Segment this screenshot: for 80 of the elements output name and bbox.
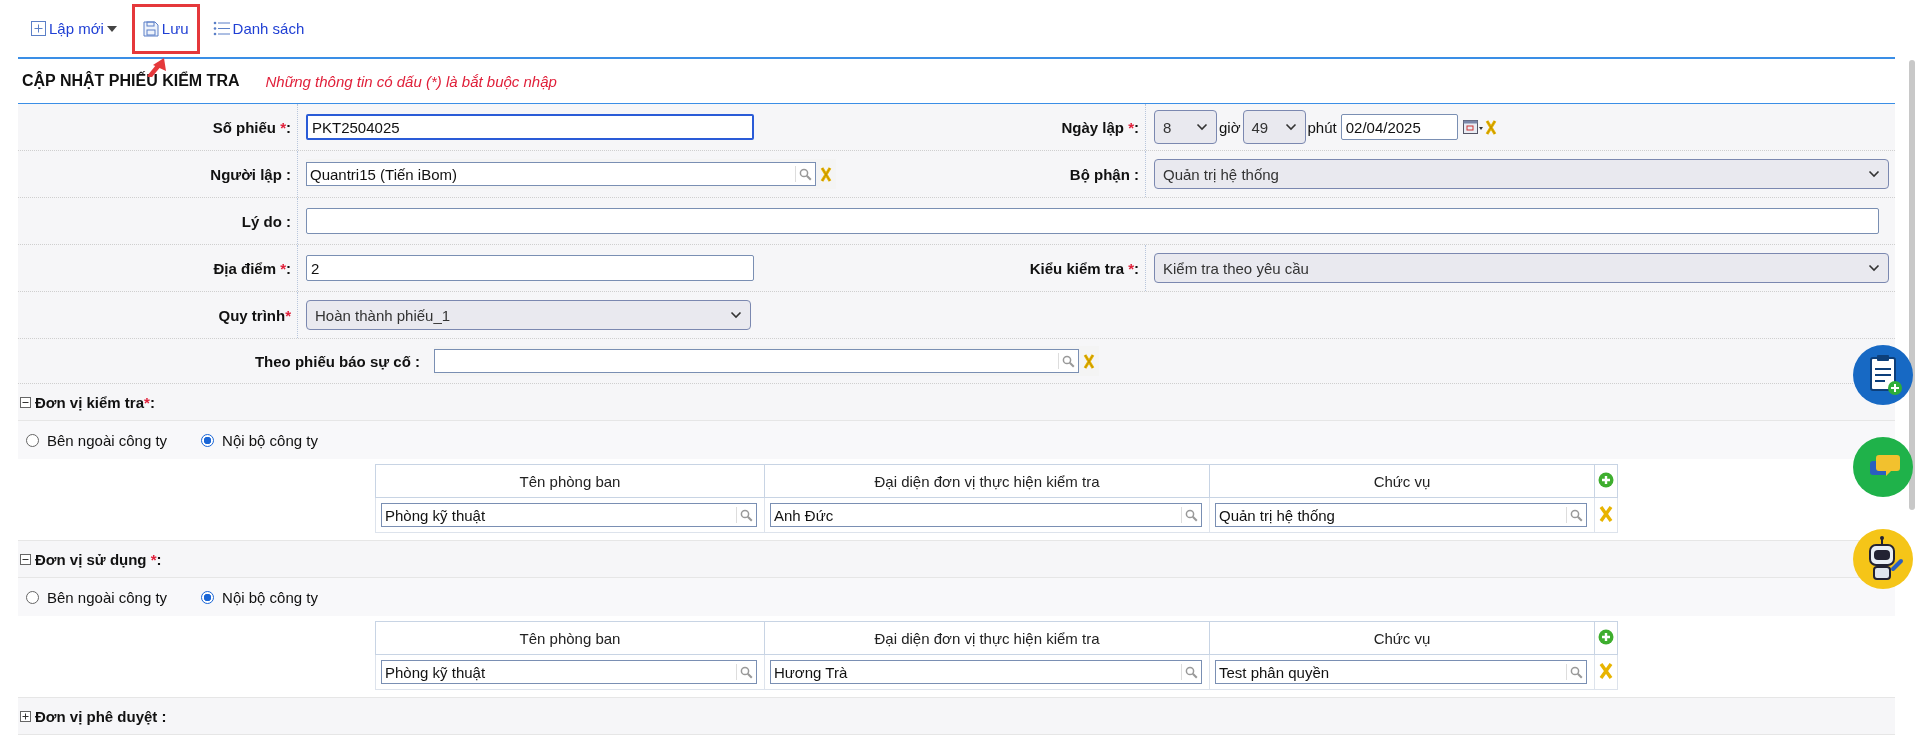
search-icon[interactable] [740,666,753,679]
clipboard-icon[interactable] [1853,345,1913,405]
column-header: Tên phòng ban [375,621,765,655]
add-icon[interactable] [1598,471,1614,488]
delete-icon[interactable] [1599,662,1613,679]
search-icon[interactable] [1570,509,1583,522]
collapse-icon[interactable] [20,396,31,408]
lookup-field[interactable]: Anh Đức [770,503,1202,527]
unit-label: giờ [1219,118,1241,136]
field-label: Quy trình* [218,306,291,324]
radio-label[interactable]: Nội bộ công ty [222,588,318,606]
section-title: Đơn vị sử dụng *: [35,550,162,568]
text-field[interactable]: 2 [306,255,754,281]
clear-icon[interactable] [820,166,832,182]
search-icon[interactable] [1185,666,1198,679]
chat-icon[interactable] [1853,437,1913,497]
radio-label[interactable]: Nội bộ công ty [222,431,318,449]
lookup-field[interactable]: Hương Trà [770,660,1202,684]
date-field[interactable]: 02/04/2025 [1340,114,1458,140]
text-field[interactable] [306,208,1879,234]
radio-label[interactable]: Bên ngoài công ty [47,588,168,606]
robot-icon[interactable] [1853,529,1913,589]
add-icon[interactable] [1598,628,1614,645]
list-icon [212,21,230,36]
lookup-field[interactable]: Phòng kỹ thuật [381,660,757,684]
lookup-field[interactable]: Phòng kỹ thuật [381,503,757,527]
radio-button[interactable] [201,590,215,604]
dropdown[interactable]: Hoàn thành phiếu_1 [306,300,751,330]
calendar-icon[interactable] [1462,119,1483,135]
chevron-down-icon [1868,264,1880,272]
column-header: Đại diện đơn vị thực hiện kiểm tra [764,464,1210,498]
chevron-down-icon [1284,123,1297,131]
radio-button[interactable] [201,433,215,447]
lookup-field[interactable]: Quantri15 (Tiến iBom) [306,162,816,186]
search-icon[interactable] [1570,666,1583,679]
field-label: Kiểu kiểm tra *: [1029,259,1139,277]
radio-button[interactable] [26,433,39,447]
column-header: Chức vụ [1209,464,1595,498]
search-icon[interactable] [1062,355,1075,368]
unit-label: phút [1307,118,1337,136]
chevron-down-icon [730,311,742,319]
radio-button[interactable] [26,590,39,604]
dropdown[interactable]: Kiểm tra theo yêu cầu [1154,253,1889,283]
expand-icon[interactable] [20,710,31,722]
toolbar-button[interactable]: Lập mới [22,10,126,47]
plus-square-icon [31,21,46,36]
section-title: Đơn vị phê duyệt : [35,707,167,725]
chevron-down-icon [1196,123,1208,131]
field-label: Lý do : [241,212,291,230]
clear-icon[interactable] [1083,353,1095,369]
lookup-field[interactable] [434,349,1079,373]
lookup-field[interactable]: Quản trị hệ thống [1215,503,1587,527]
dropdown[interactable]: 8 [1154,110,1217,144]
field-label: Theo phiếu báo sự cố : [254,352,420,370]
clear-icon[interactable] [1484,119,1497,135]
dropdown[interactable]: Quản trị hệ thống [1154,159,1889,189]
form-title: CẬP NHẬT PHIẾU KIỂM TRA [22,72,240,90]
search-icon[interactable] [740,509,753,522]
scrollbar[interactable] [1909,60,1915,510]
chevron-down-icon [1868,170,1880,178]
field-label: Người lập : [210,165,291,183]
toolbar-button[interactable]: Danh sách [203,10,314,47]
dropdown[interactable]: 49 [1242,110,1306,144]
field-label: Bộ phận : [1069,165,1139,183]
field-label: Số phiếu *: [212,118,291,136]
delete-icon[interactable] [1599,505,1613,522]
radio-label[interactable]: Bên ngoài công ty [47,431,168,449]
field-label: Ngày lập *: [1061,118,1139,136]
search-icon[interactable] [1185,509,1198,522]
column-header: Chức vụ [1209,621,1595,655]
search-icon[interactable] [799,168,812,181]
field-label: Địa điểm *: [213,259,291,277]
column-header: Tên phòng ban [375,464,765,498]
required-note: Những thông tin có dấu (*) là bắt buộc nhập [265,72,557,90]
column-header: Đại diện đơn vị thực hiện kiểm tra [764,621,1210,655]
text-field[interactable]: PKT2504025 [306,114,754,140]
section-title: Đơn vị kiểm tra*: [35,393,155,411]
collapse-icon[interactable] [20,553,31,565]
toolbar-button[interactable]: Lưu [131,3,200,54]
lookup-field[interactable]: Test phân quyền [1215,660,1587,684]
